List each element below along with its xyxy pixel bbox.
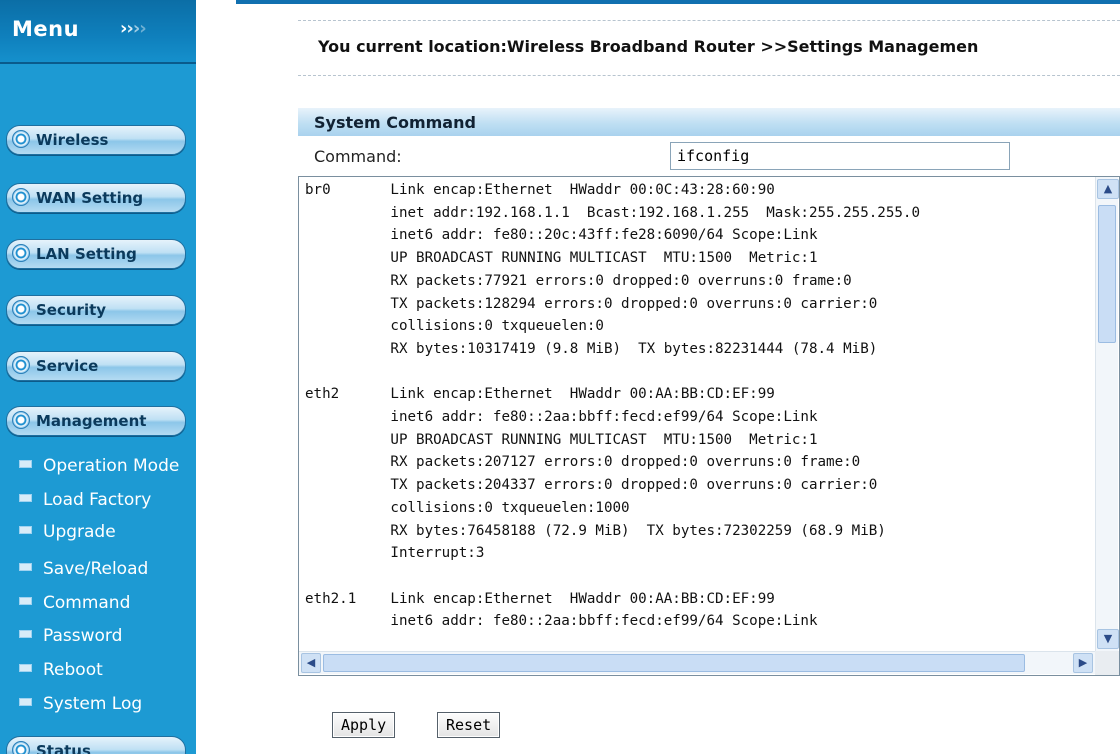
menu-item-password[interactable]: Password bbox=[19, 626, 122, 648]
output-line: collisions:0 txqueuelen:0 bbox=[305, 318, 604, 335]
output-line: inet6 addr: fe80::20c:43ff:fe28:6090/64 … bbox=[305, 227, 818, 244]
command-output-text: br0 Link encap:Ethernet HWaddr 00:0C:43:… bbox=[305, 179, 1095, 645]
menu-header: Menu ›››› bbox=[0, 0, 196, 64]
apply-button[interactable]: Apply bbox=[332, 712, 396, 738]
menu-category-label: LAN Setting bbox=[36, 245, 137, 263]
menu-item-system-log[interactable]: System Log bbox=[19, 694, 142, 716]
output-line: inet6 addr: fe80::2aa:bbff:fecd:ef99/64 … bbox=[305, 613, 818, 630]
bullet-icon bbox=[19, 698, 32, 706]
menu-category-wireless[interactable]: Wireless bbox=[6, 125, 186, 155]
command-label: Command: bbox=[314, 147, 402, 166]
menu-item-operation-mode[interactable]: Operation Mode bbox=[19, 456, 179, 478]
menu-item-reboot[interactable]: Reboot bbox=[19, 660, 103, 682]
menu-category-wan-setting[interactable]: WAN Setting bbox=[6, 183, 186, 213]
output-line: RX packets:207127 errors:0 dropped:0 ove… bbox=[305, 454, 861, 471]
section-title: System Command bbox=[314, 113, 476, 132]
bullet-icon bbox=[19, 597, 32, 605]
top-border bbox=[236, 0, 1120, 4]
scroll-corner bbox=[1095, 651, 1119, 675]
bullet-icon bbox=[19, 630, 32, 638]
menu-title: Menu bbox=[12, 17, 80, 41]
command-input[interactable] bbox=[670, 142, 1010, 170]
horizontal-scroll-thumb[interactable] bbox=[323, 654, 1025, 672]
section-header: System Command bbox=[298, 108, 1120, 136]
output-line: Interrupt:3 bbox=[305, 545, 485, 562]
menu-category-lan-setting[interactable]: LAN Setting bbox=[6, 239, 186, 269]
bullet-icon bbox=[19, 526, 32, 534]
menu-category-status[interactable]: Status bbox=[6, 736, 186, 754]
menu-category-label: Management bbox=[36, 412, 147, 430]
menu-category-management[interactable]: Management bbox=[6, 406, 186, 436]
bullet-icon bbox=[19, 494, 32, 502]
output-line: eth2.1 Link encap:Ethernet HWaddr 00:AA:… bbox=[305, 590, 775, 607]
horizontal-scrollbar[interactable]: ◀ ▶ bbox=[299, 651, 1095, 674]
menu-category-label: Service bbox=[36, 357, 99, 375]
vertical-scrollbar[interactable]: ▲ ▼ bbox=[1095, 177, 1119, 651]
menu-item-command[interactable]: Command bbox=[19, 593, 130, 615]
vertical-scroll-thumb[interactable] bbox=[1098, 205, 1116, 343]
output-line: UP BROADCAST RUNNING MULTICAST MTU:1500 … bbox=[305, 250, 818, 267]
menu-category-service[interactable]: Service bbox=[6, 351, 186, 381]
output-line: TX packets:204337 errors:0 dropped:0 ove… bbox=[305, 477, 878, 494]
output-line: inet addr:192.168.1.1 Bcast:192.168.1.25… bbox=[305, 204, 920, 221]
breadcrumb-text: You current location:Wireless Broadband … bbox=[318, 37, 979, 56]
menu-category-label: WAN Setting bbox=[36, 189, 144, 207]
menu-category-label: Wireless bbox=[36, 131, 109, 149]
menu-category-security[interactable]: Security bbox=[6, 295, 186, 325]
scroll-left-icon[interactable]: ◀ bbox=[301, 653, 321, 673]
sidebar-menu: Menu ›››› Wireless WAN Setting LAN Setti… bbox=[0, 0, 196, 754]
bullet-icon bbox=[19, 563, 32, 571]
menu-item-load-factory[interactable]: Load Factory bbox=[19, 490, 151, 512]
bullet-icon bbox=[12, 741, 30, 754]
output-line: RX packets:77921 errors:0 dropped:0 over… bbox=[305, 272, 852, 289]
bullet-icon bbox=[12, 244, 30, 262]
bullet-icon bbox=[12, 300, 30, 318]
output-line: RX bytes:76458188 (72.9 MiB) TX bytes:72… bbox=[305, 522, 886, 539]
menu-item-save-reload[interactable]: Save/Reload bbox=[19, 559, 148, 581]
menu-category-label: Security bbox=[36, 301, 107, 319]
output-line: collisions:0 txqueuelen:1000 bbox=[305, 499, 630, 516]
output-line: RX bytes:10317419 (9.8 MiB) TX bytes:822… bbox=[305, 340, 878, 357]
bullet-icon bbox=[12, 356, 30, 374]
bullet-icon bbox=[12, 130, 30, 148]
bullet-icon bbox=[12, 188, 30, 206]
menu-category-label: Status bbox=[36, 742, 91, 754]
scroll-down-icon[interactable]: ▼ bbox=[1097, 629, 1119, 649]
reset-button[interactable]: Reset bbox=[437, 712, 501, 738]
output-line: br0 Link encap:Ethernet HWaddr 00:0C:43:… bbox=[305, 182, 775, 198]
output-line: eth2 Link encap:Ethernet HWaddr 00:AA:BB… bbox=[305, 386, 775, 403]
bullet-icon bbox=[19, 460, 32, 468]
breadcrumb: You current location:Wireless Broadband … bbox=[298, 20, 1120, 76]
output-line: inet6 addr: fe80::2aa:bbff:fecd:ef99/64 … bbox=[305, 409, 818, 426]
output-line: UP BROADCAST RUNNING MULTICAST MTU:1500 … bbox=[305, 431, 818, 448]
command-output[interactable]: br0 Link encap:Ethernet HWaddr 00:0C:43:… bbox=[298, 176, 1120, 676]
bullet-icon bbox=[19, 664, 32, 672]
bullet-icon bbox=[12, 411, 30, 429]
output-line: TX packets:128294 errors:0 dropped:0 ove… bbox=[305, 295, 878, 312]
scroll-up-icon[interactable]: ▲ bbox=[1097, 179, 1119, 199]
menu-arrows-icon: ›››› bbox=[120, 18, 147, 39]
menu-item-upgrade[interactable]: Upgrade bbox=[19, 522, 116, 544]
scroll-right-icon[interactable]: ▶ bbox=[1073, 653, 1093, 673]
